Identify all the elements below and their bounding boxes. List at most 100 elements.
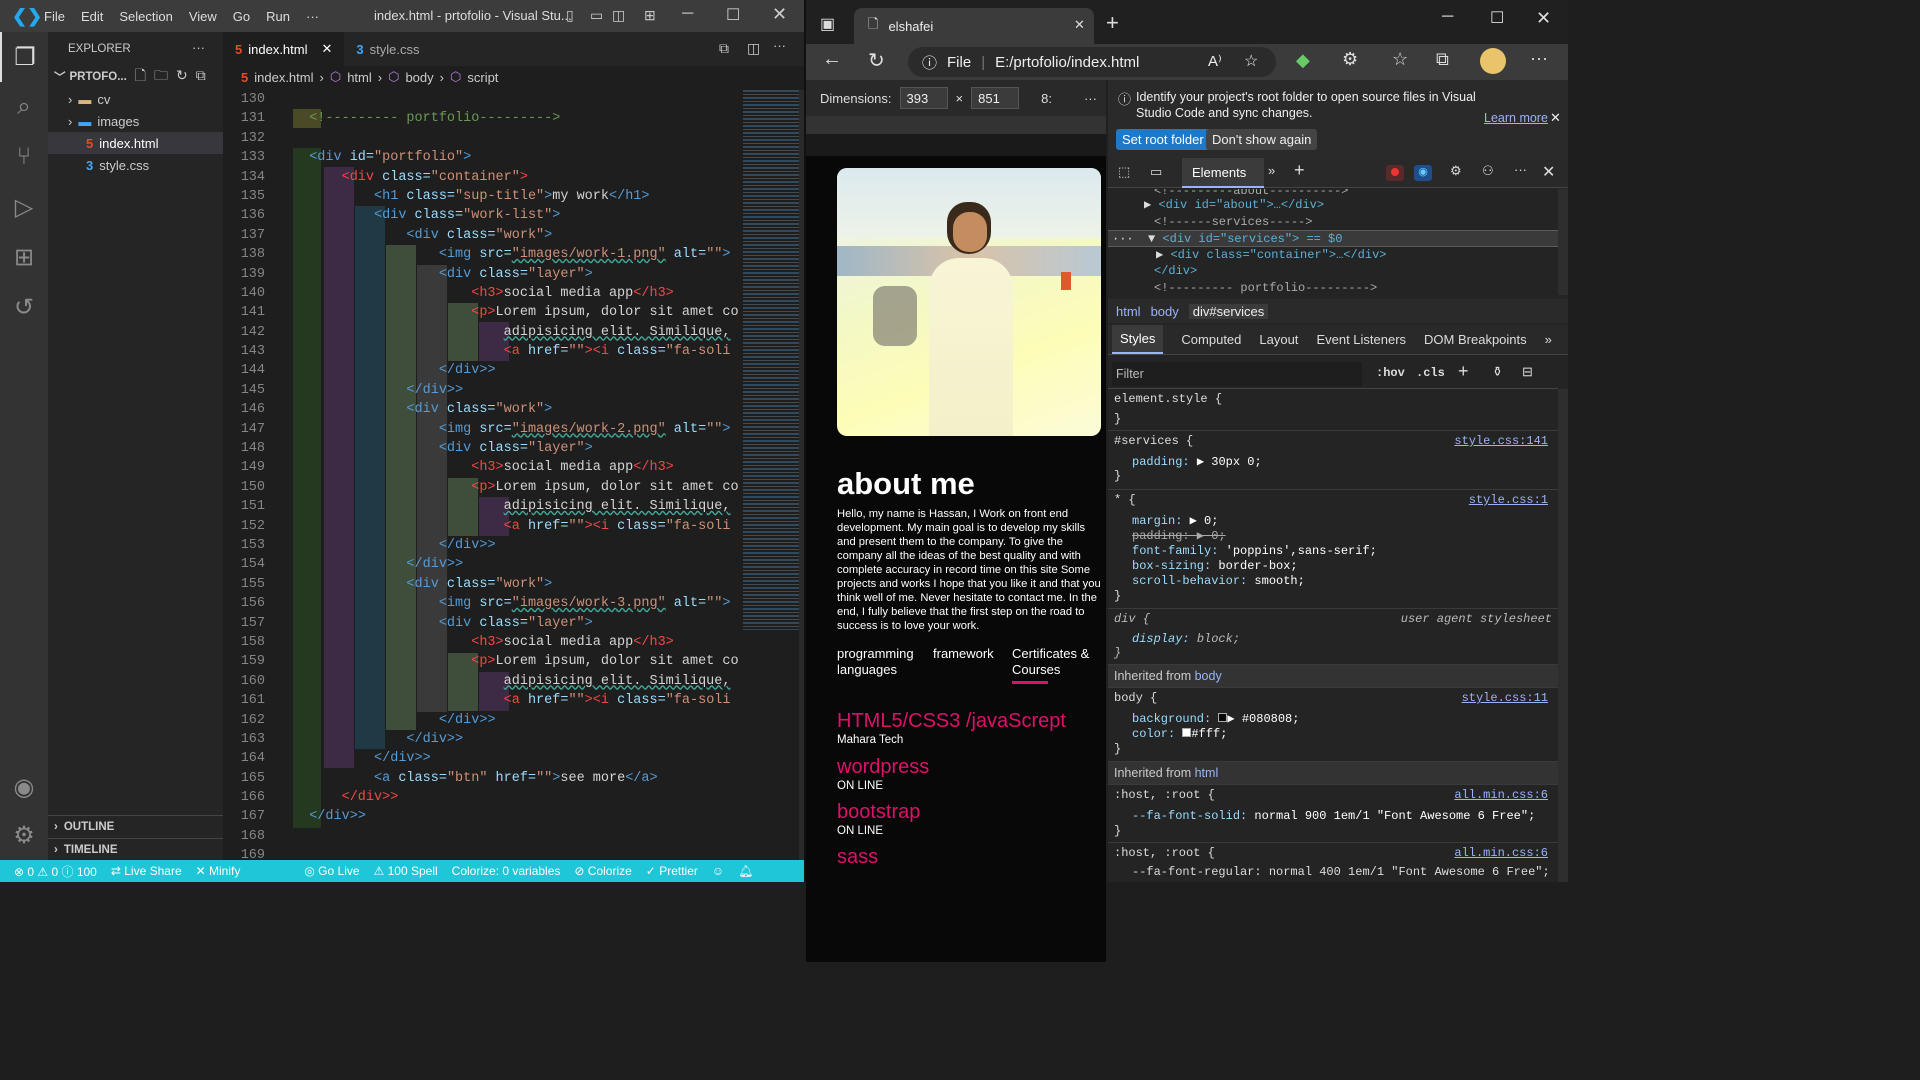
new-rule-icon[interactable]: + <box>1458 361 1469 382</box>
tree-item-images[interactable]: › ▬ images <box>48 110 223 132</box>
css-prop-overridden[interactable]: padding: ▶ 0; <box>1114 529 1558 544</box>
tab-layout[interactable]: Layout <box>1259 332 1298 347</box>
maximize-icon[interactable]: ☐ <box>1490 8 1504 28</box>
media-query-bar[interactable] <box>806 116 1106 134</box>
source-control-icon[interactable]: ⑂ <box>0 132 48 182</box>
tree-item-style-css[interactable]: 3 style.css <box>48 154 223 176</box>
tree-item-cv[interactable]: › ▬ cv <box>48 88 223 110</box>
outline-section[interactable]: › OUTLINE <box>48 815 223 837</box>
layout-custom-icon[interactable]: ⊞ <box>644 7 656 24</box>
problems-status[interactable]: ⊗ 0 ⚠ 0 ⓘ 100 <box>14 863 97 880</box>
menu-selection[interactable]: Selection <box>119 9 172 24</box>
close-tab-icon[interactable]: ✕ <box>321 41 332 57</box>
colorize-variables-status[interactable]: Colorize: 0 variables <box>452 864 561 878</box>
css-prop[interactable]: font-family: <box>1132 544 1218 558</box>
menu-go[interactable]: Go <box>233 9 250 24</box>
dom-tree[interactable]: <!---------about----------> ▶ <div id="a… <box>1108 189 1558 295</box>
tab-actions-icon[interactable]: ▣ <box>820 14 835 34</box>
more-tabs-icon[interactable]: » <box>1268 163 1275 178</box>
set-root-folder-button[interactable]: Set root folder <box>1116 129 1210 150</box>
menu-view[interactable]: View <box>189 9 217 24</box>
code-editor[interactable]: <!--------- portfolio---------> <div id=… <box>293 90 739 860</box>
minimap[interactable] <box>739 90 804 860</box>
read-aloud-icon[interactable]: A⁾ <box>1208 52 1222 70</box>
layout-panel-icon[interactable]: ▭ <box>590 7 603 24</box>
open-preview-icon[interactable]: ⧉ <box>719 40 729 57</box>
colorize-status[interactable]: ⊘ Colorize <box>574 864 631 878</box>
css-prop[interactable]: background: <box>1132 712 1211 726</box>
connect-icon[interactable]: ⚇ <box>1482 163 1494 179</box>
scrollbar[interactable] <box>1558 189 1568 295</box>
dom-node[interactable]: </div> <box>1108 263 1558 280</box>
css-val[interactable]: 'poppins',sans-serif; <box>1226 544 1377 558</box>
breadcrumb-item[interactable]: index.html <box>254 70 313 85</box>
css-prop[interactable]: box-sizing: <box>1132 559 1211 573</box>
reload-icon[interactable]: ↻ <box>868 48 885 73</box>
more-menu-icon[interactable]: ··· <box>1530 48 1548 69</box>
extension-icon[interactable]: ◆ <box>1296 50 1310 71</box>
close-tab-icon[interactable]: ✕ <box>1074 17 1085 33</box>
close-window-icon[interactable]: ✕ <box>1536 8 1551 29</box>
source-link[interactable]: all.min.css:6 <box>1454 846 1548 861</box>
add-favorite-icon[interactable]: ☆ <box>1244 51 1258 71</box>
tree-item-index-html[interactable]: 5 index.html <box>48 132 223 154</box>
account-icon[interactable]: ◉ <box>0 762 48 812</box>
extensions-icon[interactable]: ⚙ <box>1342 49 1358 70</box>
zoom-value[interactable]: 8: <box>1041 91 1052 106</box>
folder-actions-icons[interactable]: 🗋🗀↻⧉ <box>135 65 214 89</box>
source-link[interactable]: style.css:141 <box>1454 434 1548 448</box>
css-val[interactable]: smooth; <box>1254 574 1304 588</box>
css-val[interactable]: ▶ 0; <box>1190 514 1219 528</box>
css-val[interactable]: #fff; <box>1191 727 1227 741</box>
paint-icon[interactable]: ⚱ <box>1492 364 1503 380</box>
breadcrumb-item[interactable]: html <box>347 70 372 85</box>
collections-icon[interactable]: ⧉ <box>1436 49 1449 70</box>
settings-gear-icon[interactable]: ⚙ <box>0 810 48 860</box>
menu-run[interactable]: Run <box>266 9 290 24</box>
styles-filter-input[interactable]: Filter <box>1112 362 1362 386</box>
width-input[interactable]: 393 <box>899 87 948 109</box>
css-val[interactable]: border-box; <box>1218 559 1297 573</box>
close-banner-icon[interactable]: ✕ <box>1550 110 1561 126</box>
feedback-icon[interactable]: ☺ <box>712 864 724 878</box>
dont-show-again-button[interactable]: Don't show again <box>1206 129 1318 150</box>
css-val[interactable]: ▶ #080808; <box>1227 712 1299 726</box>
path-html[interactable]: html <box>1116 304 1141 319</box>
maximize-icon[interactable]: ☐ <box>726 5 740 25</box>
tab-computed[interactable]: Computed <box>1181 332 1241 347</box>
source-link[interactable]: style.css:1 <box>1469 493 1548 508</box>
tab-style-css[interactable]: 3 style.css <box>344 32 431 66</box>
add-tab-icon[interactable]: + <box>1294 160 1305 181</box>
avatar[interactable] <box>1480 48 1506 74</box>
tab-index-html[interactable]: 5 index.html ✕ <box>223 32 345 66</box>
explorer-icon[interactable]: ❐ <box>0 32 48 82</box>
dom-node[interactable]: <!------services-----> <box>1108 214 1558 231</box>
css-val[interactable]: normal 900 1em/1 "Font Awesome 6 Free"; <box>1254 809 1535 823</box>
minimize-icon[interactable]: ─ <box>682 5 693 23</box>
styles-pane[interactable]: element.style { } style.css:141 #service… <box>1108 389 1558 882</box>
extensions-icon[interactable]: ⊞ <box>0 232 48 282</box>
sidebar-toggle-icon[interactable]: ⊟ <box>1522 364 1533 380</box>
editor-more-icon[interactable]: ··· <box>773 38 786 53</box>
close-devtools-icon[interactable]: ✕ <box>1542 162 1555 182</box>
minify-status[interactable]: ✕ Minify <box>196 864 241 878</box>
prettier-status[interactable]: ✓ Prettier <box>646 864 698 878</box>
split-editor-icon[interactable]: ◫ <box>747 40 760 57</box>
url-bar[interactable]: ⓘ File | E:/prtofolio/index.html A⁾ ☆ <box>908 47 1276 77</box>
layout-split-icon[interactable]: ◫ <box>612 7 625 24</box>
css-val[interactable]: ▶ 30px 0; <box>1197 455 1262 469</box>
scrollbar[interactable] <box>1558 389 1568 882</box>
explorer-more-icon[interactable]: ··· <box>192 40 205 55</box>
path-body[interactable]: body <box>1151 304 1179 319</box>
new-tab-icon[interactable]: + <box>1106 10 1119 36</box>
dom-node[interactable]: <!--------- portfolio---------> <box>1108 280 1558 296</box>
page-viewport[interactable]: about me Hello, my name is Hassan, I Wor… <box>806 156 1106 962</box>
menu-more[interactable]: ··· <box>306 9 319 24</box>
tab-event-listeners[interactable]: Event Listeners <box>1316 332 1406 347</box>
menu-edit[interactable]: Edit <box>81 9 103 24</box>
tab-framework[interactable]: framework <box>933 646 994 661</box>
dom-node[interactable]: ▶ <div id="about">…</div> <box>1108 197 1558 214</box>
height-input[interactable]: 851 <box>971 87 1020 109</box>
settings-gear-icon[interactable]: ⚙ <box>1450 163 1462 179</box>
device-toggle-icon[interactable]: ▭ <box>1150 164 1162 180</box>
